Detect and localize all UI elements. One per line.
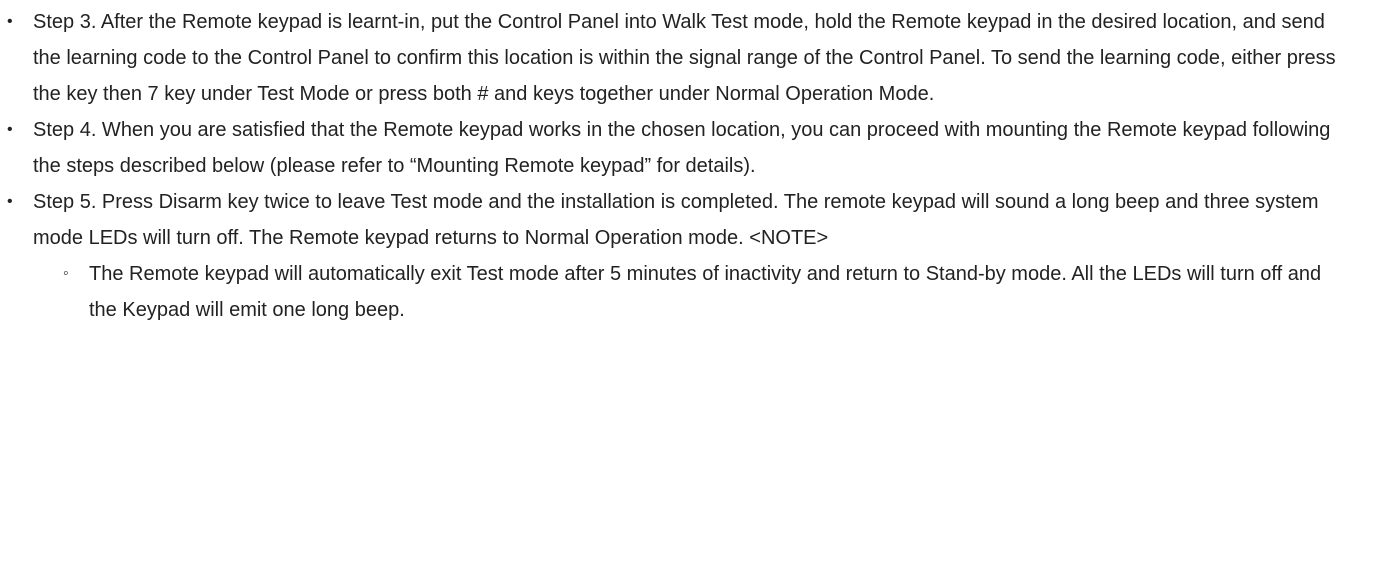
document-page: Step 3. After the Remote keypad is learn… (0, 0, 1382, 562)
step-3-text: Step 3. After the Remote keypad is learn… (33, 11, 1336, 105)
note-item: The Remote keypad will automatically exi… (33, 256, 1342, 328)
note-text: The Remote keypad will automatically exi… (89, 263, 1322, 321)
steps-list: Step 3. After the Remote keypad is learn… (0, 4, 1342, 328)
step-4-text: Step 4. When you are satisfied that the … (33, 119, 1331, 177)
step-5-text: Step 5. Press Disarm key twice to leave … (33, 191, 1319, 249)
note-list: The Remote keypad will automatically exi… (33, 256, 1342, 328)
list-item-step-4: Step 4. When you are satisfied that the … (0, 112, 1342, 184)
list-item-step-5: Step 5. Press Disarm key twice to leave … (0, 184, 1342, 328)
list-item-step-3: Step 3. After the Remote keypad is learn… (0, 4, 1342, 112)
